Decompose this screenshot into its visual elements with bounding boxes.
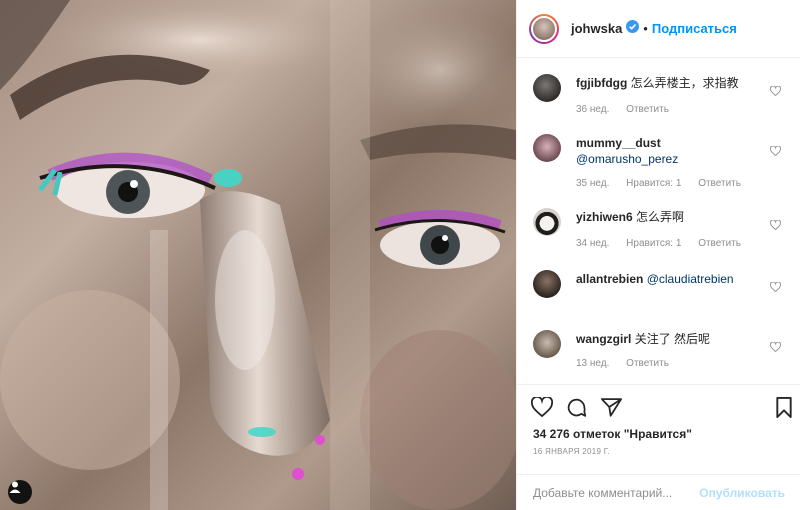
comment-text: 怎么弄啊 bbox=[636, 210, 685, 224]
comment-meta: 13 нед. Ответить bbox=[576, 358, 683, 369]
comment-like-heart-icon[interactable] bbox=[769, 143, 782, 161]
comment-item: allantrebien @claudiatrebien bbox=[517, 270, 800, 306]
verified-badge-icon bbox=[626, 19, 640, 38]
comment-like-heart-icon[interactable] bbox=[769, 279, 782, 297]
paper-plane-icon[interactable] bbox=[601, 397, 622, 422]
separator-dot: • bbox=[643, 21, 648, 36]
comment-like-count[interactable]: Нравится: 1 bbox=[626, 238, 681, 249]
comment-like-heart-icon[interactable] bbox=[769, 217, 782, 235]
comment-meta: 36 нед. Ответить bbox=[576, 104, 683, 115]
comment-bubble-icon[interactable] bbox=[566, 397, 587, 423]
comment-like-heart-icon[interactable] bbox=[769, 339, 782, 357]
like-count[interactable]: 34 276 отметок "Нравится" bbox=[533, 427, 692, 441]
commenter-avatar[interactable] bbox=[533, 134, 561, 162]
author-avatar[interactable] bbox=[529, 13, 559, 44]
comment-age: 35 нед. bbox=[576, 178, 610, 189]
reply-button[interactable]: Ответить bbox=[698, 238, 741, 249]
add-comment-bar: Опубликовать bbox=[517, 474, 800, 510]
commenter-avatar[interactable] bbox=[533, 270, 561, 298]
comment-username[interactable]: mummy__dust bbox=[576, 136, 661, 150]
bookmark-icon[interactable] bbox=[775, 397, 793, 423]
comment-username[interactable]: wangzgirl bbox=[576, 332, 631, 346]
follow-button[interactable]: Подписаться bbox=[652, 21, 737, 36]
reply-button[interactable]: Ответить bbox=[626, 358, 669, 369]
comment-item: mummy__dust @omarusho_perez 35 нед. Нрав… bbox=[517, 134, 800, 194]
comment-item: wangzgirl 关注了 然后呢 13 нед. Ответить bbox=[517, 330, 800, 380]
comment-item: fgjibfdgg 怎么弄楼主，求指教 36 нед. Ответить bbox=[517, 74, 800, 124]
person-icon[interactable] bbox=[8, 480, 32, 504]
comment-like-heart-icon[interactable] bbox=[769, 83, 782, 101]
comment-text: 关注了 然后呢 bbox=[634, 332, 711, 346]
comment-mention[interactable]: @claudiatrebien bbox=[647, 272, 734, 286]
comment-age: 13 нед. bbox=[576, 358, 610, 369]
comment-meta: 35 нед. Нравится: 1 Ответить bbox=[576, 178, 755, 189]
comment-username[interactable]: yizhiwen6 bbox=[576, 210, 633, 224]
author-username[interactable]: johwska bbox=[571, 21, 622, 36]
comment-body: mummy__dust @omarusho_perez bbox=[576, 135, 766, 167]
comment-age: 36 нед. bbox=[576, 104, 610, 115]
reply-button[interactable]: Ответить bbox=[626, 104, 669, 115]
comment-mention[interactable]: @omarusho_perez bbox=[576, 152, 678, 166]
comment-body: yizhiwen6 怎么弄啊 bbox=[576, 209, 766, 225]
comments-list: fgjibfdgg 怎么弄楼主，求指教 36 нед. Ответить mum… bbox=[517, 58, 800, 384]
commenter-avatar[interactable] bbox=[533, 330, 561, 358]
comment-age: 34 нед. bbox=[576, 238, 610, 249]
comment-like-count[interactable]: Нравится: 1 bbox=[626, 178, 681, 189]
comment-meta: 34 нед. Нравится: 1 Ответить bbox=[576, 238, 755, 249]
post-side-panel: johwska • Подписаться fgjibfdgg 怎么弄楼主，求指… bbox=[516, 0, 800, 510]
post-header: johwska • Подписаться bbox=[517, 0, 800, 58]
comment-body: fgjibfdgg 怎么弄楼主，求指教 bbox=[576, 75, 766, 91]
post-date: 16 ЯНВАРЯ 2019 Г. bbox=[533, 447, 610, 456]
comment-body: allantrebien @claudiatrebien bbox=[576, 271, 766, 287]
publish-button[interactable]: Опубликовать bbox=[699, 486, 785, 500]
comment-body: wangzgirl 关注了 然后呢 bbox=[576, 331, 766, 347]
comment-input[interactable] bbox=[533, 485, 692, 500]
reply-button[interactable]: Ответить bbox=[698, 178, 741, 189]
comment-text: 怎么弄楼主，求指教 bbox=[630, 76, 739, 90]
commenter-avatar[interactable] bbox=[533, 74, 561, 102]
commenter-avatar[interactable] bbox=[533, 208, 561, 236]
photo-artwork bbox=[0, 0, 516, 510]
comment-username[interactable]: fgjibfdgg bbox=[576, 76, 627, 90]
post-photo[interactable] bbox=[0, 0, 516, 510]
comment-item: yizhiwen6 怎么弄啊 34 нед. Нравится: 1 Ответ… bbox=[517, 208, 800, 258]
comment-username[interactable]: allantrebien bbox=[576, 272, 643, 286]
heart-icon[interactable] bbox=[530, 395, 554, 422]
